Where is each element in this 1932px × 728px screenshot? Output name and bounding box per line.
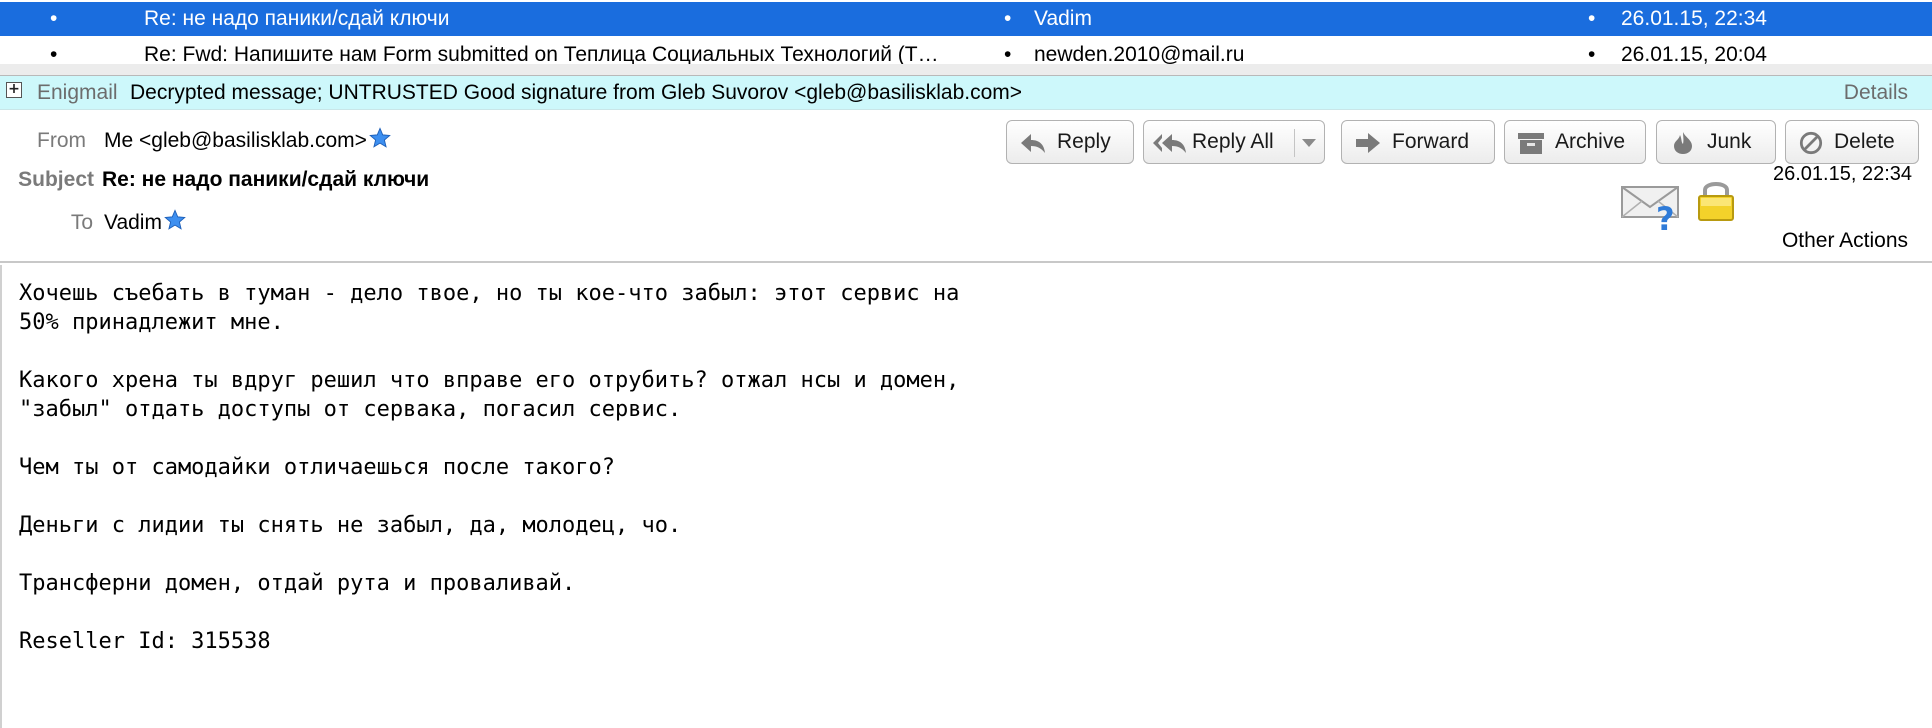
chevron-down-icon[interactable] [1301,138,1317,148]
message-row-selected[interactable]: • Re: не надо паники/сдай ключи • Vadim … [0,2,1932,36]
message-body[interactable]: Хочешь съебать в туман - дело твое, но т… [0,265,1932,728]
padlock-icon[interactable] [1696,177,1736,223]
subject-label: Subject [18,168,94,191]
archive-label: Archive [1555,130,1626,153]
reply-all-button[interactable]: Reply All [1143,120,1325,164]
from-field[interactable]: Me <gleb@basilisklab.com> [104,127,391,153]
message-subject: Re: Fwd: Напишите нам Form submitted on … [144,43,939,64]
delete-label: Delete [1834,130,1895,153]
message-header: From Me <gleb@basilisklab.com> Subject R… [0,111,1932,263]
unread-dot: • [50,7,58,30]
message-subject: Re: не надо паники/сдай ключи [144,7,450,30]
junk-label: Junk [1707,130,1752,153]
archive-button[interactable]: Archive [1504,120,1646,164]
reply-label: Reply [1057,130,1111,153]
enigmail-status-text: Decrypted message; UNTRUSTED Good signat… [130,81,1023,104]
delete-circle-slash-icon [1799,131,1823,155]
junk-flame-icon [1674,132,1692,154]
message-list: • Re: не надо паники/сдай ключи • Vadim … [0,0,1932,64]
message-sender: Vadim [1034,7,1092,30]
message-body-text: Хочешь съебать в туман - дело твое, но т… [19,281,960,654]
message-sender: newden.2010@mail.ru [1034,43,1245,64]
reply-all-label: Reply All [1192,130,1274,153]
reply-arrow-icon [1021,134,1045,153]
security-status-icons: ? [1618,171,1738,231]
to-label: To [70,211,93,234]
envelope-question-icon[interactable]: ? [1620,181,1684,231]
forward-arrow-icon [1356,133,1380,153]
svg-text:?: ? [1656,200,1675,231]
enigmail-label: Enigmail [37,81,118,104]
reply-button[interactable]: Reply [1006,120,1134,164]
dropdown-separator [1294,129,1295,157]
forward-button[interactable]: Forward [1341,120,1495,164]
forward-label: Forward [1392,130,1470,153]
to-value: Vadim [104,211,162,234]
from-label: From [37,129,86,152]
delete-button[interactable]: Delete [1785,120,1919,164]
from-value: Me <gleb@basilisklab.com> [104,129,367,152]
unread-dot: • [50,43,58,64]
archive-box-icon [1518,133,1544,154]
date-dot: • [1588,7,1596,30]
status-dot: • [1004,43,1012,64]
message-date: 26.01.15, 20:04 [1621,43,1767,64]
message-date: 26.01.15, 22:34 [1772,163,1912,185]
star-icon[interactable] [164,209,186,231]
status-dot: • [1004,7,1012,30]
to-field[interactable]: Vadim [104,209,186,235]
details-link[interactable]: Details [1844,76,1908,110]
other-actions-menu[interactable]: Other Actions [1782,229,1908,253]
star-icon[interactable] [369,127,391,149]
message-date: 26.01.15, 22:34 [1621,7,1767,30]
enigmail-status-bar: + Enigmail Decrypted message; UNTRUSTED … [0,76,1932,110]
pane-splitter[interactable] [0,64,1932,76]
date-dot: • [1588,43,1596,64]
junk-button[interactable]: Junk [1656,120,1776,164]
expand-toggle-icon[interactable]: + [6,82,22,98]
subject-value: Re: не надо паники/сдай ключи [102,168,430,191]
message-row[interactable]: • Re: Fwd: Напишите нам Form submitted o… [0,38,1932,64]
reply-all-icon [1153,134,1186,153]
